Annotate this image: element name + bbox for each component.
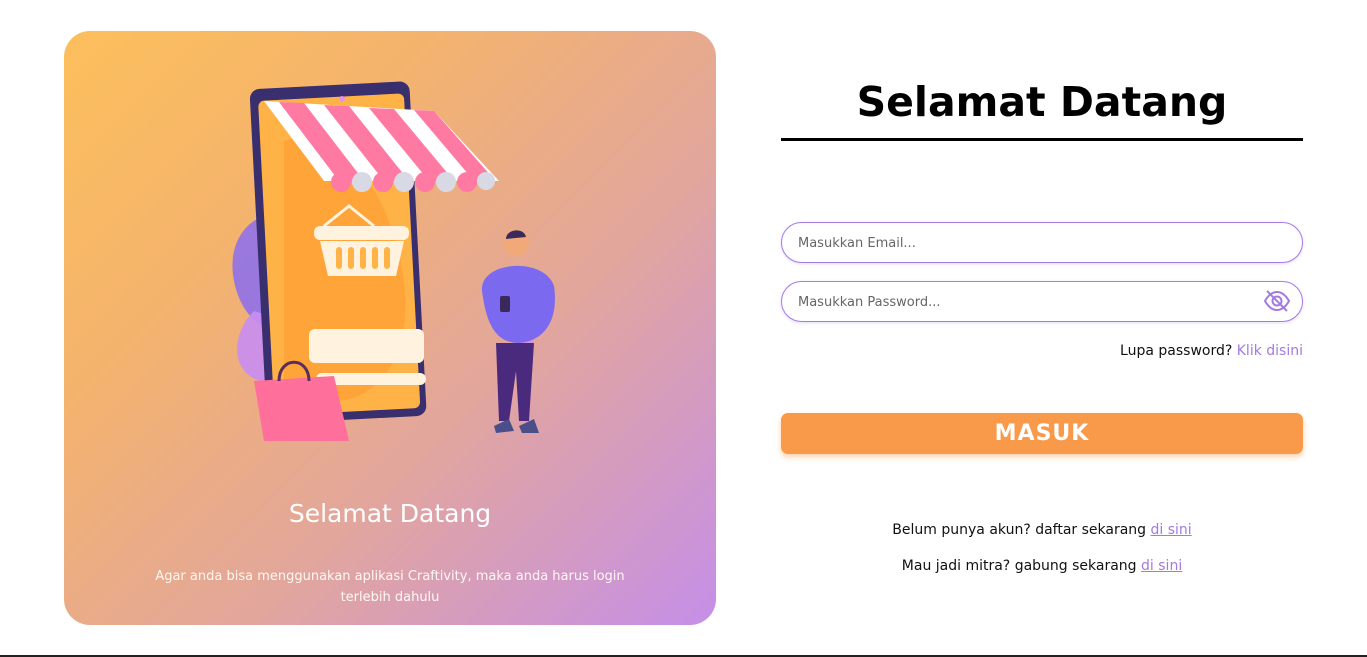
login-button[interactable]: MASUK [781, 413, 1303, 454]
password-field-wrapper [781, 281, 1303, 322]
partner-link[interactable]: di sini [1141, 558, 1182, 574]
online-shop-illustration [232, 81, 555, 441]
partner-row: Mau jadi mitra? gabung sekarang di sini [781, 558, 1303, 574]
register-row: Belum punya akun? daftar sekarang di sin… [781, 522, 1303, 538]
eye-slash-icon[interactable] [1262, 288, 1292, 314]
partner-text: Mau jadi mitra? gabung sekarang [901, 558, 1137, 574]
register-link[interactable]: di sini [1151, 522, 1192, 538]
forgot-password-link[interactable]: Klik disini [1237, 343, 1303, 359]
promo-title: Selamat Datang [288, 499, 492, 528]
email-input[interactable] [796, 223, 1260, 263]
promo-description: Agar anda bisa menggunakan aplikasi Craf… [155, 569, 625, 605]
forgot-password-row: Lupa password? Klik disini [981, 343, 1303, 359]
form-title: Selamat Datang [856, 78, 1228, 126]
title-divider [781, 138, 1303, 141]
register-text: Belum punya akun? daftar sekarang [892, 522, 1147, 538]
promo-card: Selamat Datang Agar anda bisa menggunaka… [64, 31, 716, 625]
forgot-password-text: Lupa password? [1120, 343, 1233, 359]
email-field-wrapper [781, 222, 1303, 263]
password-input[interactable] [796, 282, 1260, 322]
